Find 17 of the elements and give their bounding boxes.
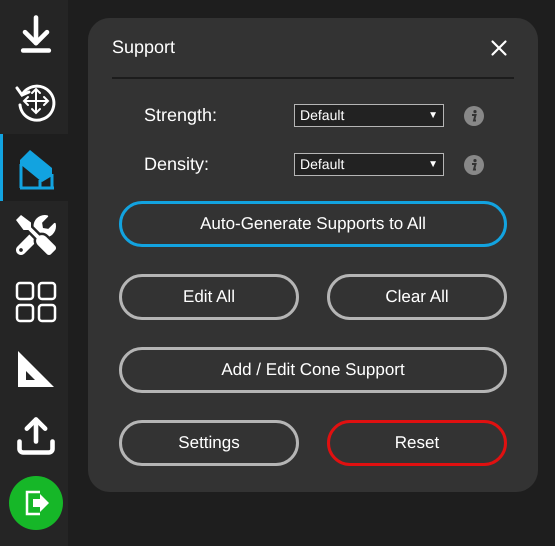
info-icon[interactable]	[464, 106, 484, 126]
field-label: Strength:	[144, 104, 218, 127]
grid-icon	[14, 280, 56, 322]
dropdown[interactable]: Default ▼	[294, 153, 444, 176]
action-button[interactable]: Settings	[119, 420, 299, 466]
panel-title: Support	[112, 36, 176, 59]
action-button[interactable]: Auto-Generate Supports to All	[119, 201, 507, 247]
action-button[interactable]: Reset	[327, 420, 507, 466]
action-button[interactable]: Clear All	[327, 274, 507, 320]
field-label: Density:	[144, 153, 210, 176]
action-button[interactable]: Add / Edit Cone Support	[119, 347, 507, 393]
info-icon[interactable]	[464, 154, 484, 174]
dropdown[interactable]: Default ▼	[294, 104, 444, 127]
tools-icon	[16, 214, 56, 254]
exit-icon	[8, 476, 62, 530]
sidebar-item[interactable]	[0, 134, 68, 201]
action-button[interactable]: Edit All	[119, 274, 299, 320]
